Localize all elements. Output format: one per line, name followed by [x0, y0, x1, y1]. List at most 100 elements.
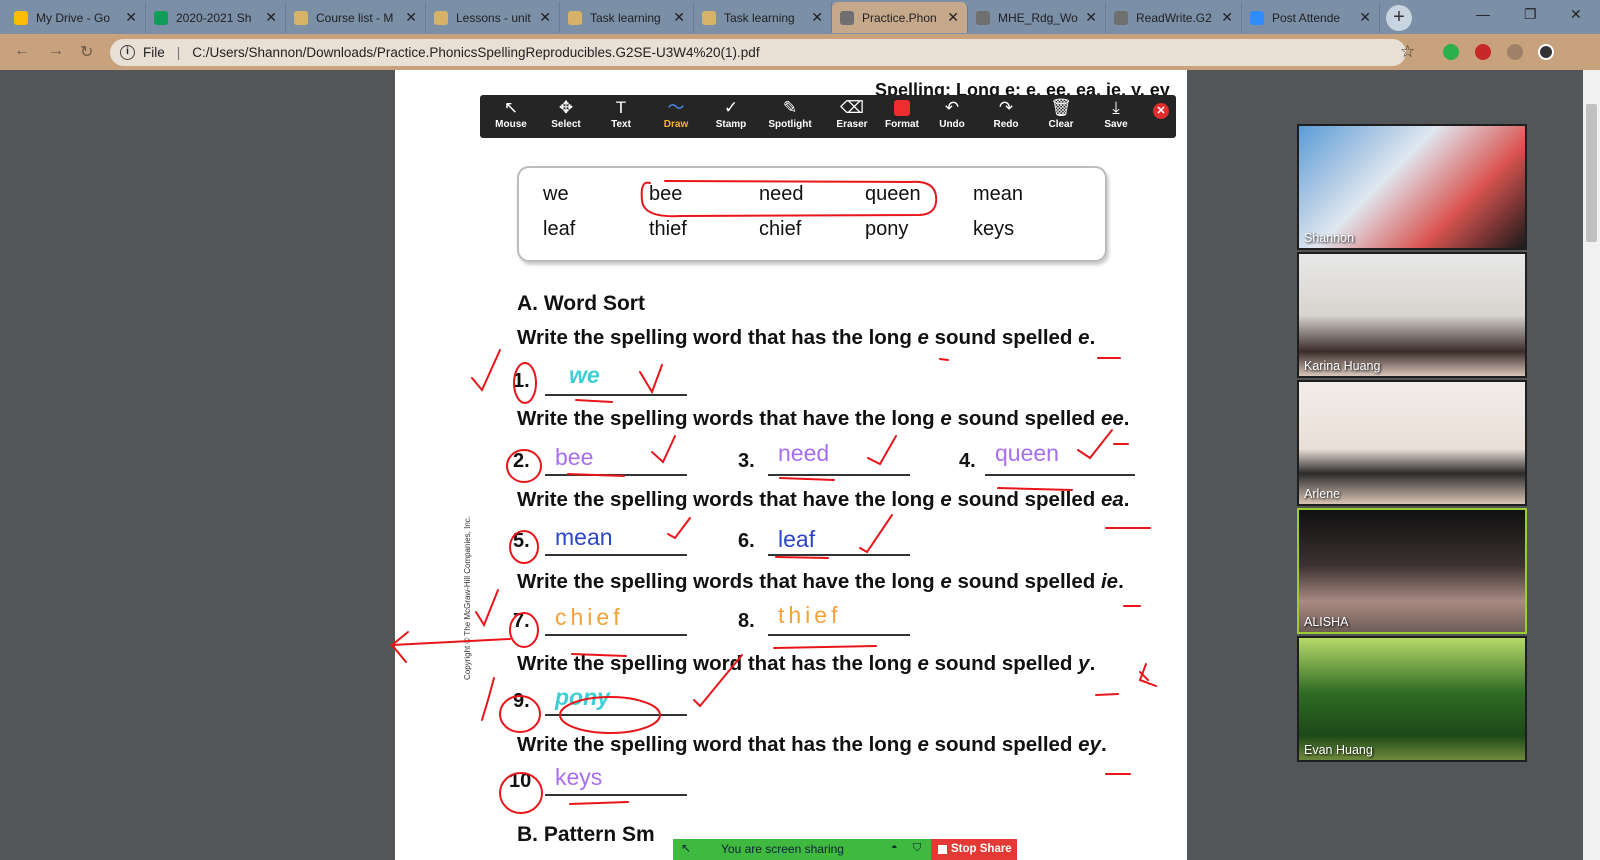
tool-redo[interactable]: ↷ Redo	[979, 97, 1033, 137]
handwritten-answer: need	[778, 440, 830, 466]
tool-label: Mouse	[495, 119, 527, 130]
tool-save[interactable]: ⤓ Save	[1089, 97, 1143, 137]
tool-spotlight[interactable]: ✎ Spotlight	[759, 97, 821, 137]
browser-tab[interactable]: 2020-2021 Sh ✕	[146, 2, 286, 33]
answer-line[interactable]	[545, 474, 687, 476]
tab-close-icon[interactable]: ✕	[1085, 9, 1097, 26]
back-icon[interactable]: ←	[14, 42, 30, 60]
draw-icon: 〜	[667, 98, 685, 117]
tab-title: MHE_Rdg_Wo	[998, 10, 1078, 25]
tool-eraser[interactable]: ⌫ Eraser	[825, 97, 879, 137]
tab-favicon-icon	[154, 10, 168, 25]
participant-video[interactable]: Evan Huang	[1297, 636, 1527, 762]
tab-close-icon[interactable]: ✕	[405, 9, 417, 26]
url-text: C:/Users/Shannon/Downloads/Practice.Phon…	[192, 45, 760, 60]
spotlight-icon: ✎	[782, 98, 798, 117]
question-number: 3.	[738, 450, 755, 472]
puzzle-icon[interactable]	[1507, 44, 1523, 60]
tool-clear[interactable]: 🗑 Clear	[1034, 97, 1088, 137]
question-number: 9.	[513, 690, 530, 712]
tool-undo[interactable]: ↶ Undo	[925, 97, 979, 137]
forward-icon[interactable]: →	[48, 42, 64, 60]
participant-video[interactable]: Shannon	[1297, 124, 1527, 250]
handwritten-answer: mean	[555, 524, 613, 550]
browser-tab[interactable]: MHE_Rdg_Wo ✕	[968, 2, 1106, 33]
bookmark-star-icon[interactable]: ☆	[1400, 42, 1415, 62]
tab-title: Post Attende	[1272, 10, 1341, 25]
tab-title: Course list - M	[316, 10, 394, 25]
instruction-emphasis: e	[940, 407, 952, 430]
instruction-part: .	[1089, 652, 1096, 675]
participant-name: Arlene	[1304, 487, 1341, 501]
browser-tab[interactable]: Practice.Phon ✕	[832, 2, 968, 33]
instruction-text: Write the spelling word that has the lon…	[517, 652, 1095, 676]
answer-line[interactable]	[768, 554, 910, 556]
tool-stamp[interactable]: ✓ Stamp	[704, 97, 758, 137]
participant-video[interactable]: Arlene	[1297, 380, 1527, 506]
tool-format[interactable]: Format	[875, 97, 929, 137]
tool-draw[interactable]: 〜 Draw	[649, 97, 703, 137]
instruction-part: sound spelled	[928, 733, 1079, 756]
browser-tab[interactable]: Task learning ✕	[694, 2, 832, 33]
new-tab-button[interactable]: +	[1386, 5, 1412, 31]
close-annotation-icon[interactable]: ✕	[1153, 103, 1169, 119]
tab-close-icon[interactable]: ✕	[539, 9, 551, 26]
browser-tab[interactable]: My Drive - Go ✕	[6, 2, 146, 33]
handwritten-answer: queen	[995, 440, 1059, 466]
instruction-emphasis: ie	[1100, 570, 1119, 593]
drag-handle-icon[interactable]: ↖	[681, 841, 691, 855]
tab-close-icon[interactable]: ✕	[1359, 9, 1371, 26]
stop-share-button[interactable]: Stop Share	[931, 839, 1017, 860]
tool-text[interactable]: T Text	[594, 97, 648, 137]
instruction-part: sound spelled	[951, 570, 1101, 593]
tab-favicon-icon	[840, 10, 854, 25]
word-bank-word: keys	[973, 218, 1015, 240]
question-number: 1.	[513, 370, 530, 392]
answer-line[interactable]	[985, 474, 1135, 476]
instruction-part: Write the spelling words that have the l…	[517, 407, 941, 430]
instruction-part: .	[1118, 570, 1124, 593]
answer-line[interactable]	[545, 634, 687, 636]
tab-close-icon[interactable]: ✕	[1221, 9, 1233, 26]
tool-select[interactable]: ✥ Select	[539, 97, 593, 137]
ublock-icon[interactable]	[1475, 44, 1491, 60]
browser-tab[interactable]: Lessons - unit ✕	[426, 2, 560, 33]
handwritten-answer: bee	[555, 444, 594, 470]
tool-label: Redo	[993, 119, 1019, 130]
address-bar[interactable]: i File | C:/Users/Shannon/Downloads/Prac…	[110, 39, 1406, 66]
scrollbar-thumb[interactable]	[1586, 104, 1597, 242]
participant-video[interactable]: Karina Huang	[1297, 252, 1527, 378]
tab-close-icon[interactable]: ✕	[673, 9, 685, 26]
tab-favicon-icon	[434, 10, 448, 25]
answer-line[interactable]	[545, 794, 687, 796]
tool-mouse[interactable]: ↖ Mouse	[484, 97, 538, 137]
instruction-text: Write the spelling word that has the lon…	[517, 733, 1107, 757]
minimize-button[interactable]: —	[1476, 6, 1490, 22]
browser-tab[interactable]: ReadWrite.G2 ✕	[1106, 2, 1242, 33]
tab-close-icon[interactable]: ✕	[947, 9, 959, 26]
answer-line[interactable]	[768, 474, 910, 476]
reload-icon[interactable]: ↻	[80, 42, 93, 62]
browser-tab[interactable]: Task learning ✕	[560, 2, 694, 33]
handwritten-answer: leaf	[778, 526, 816, 552]
maximize-button[interactable]: ❐	[1524, 6, 1537, 23]
word-bank-word: thief	[649, 218, 687, 240]
info-icon[interactable]: i	[120, 45, 135, 60]
instruction-text: Write the spelling words that have the l…	[517, 407, 1129, 431]
answer-line[interactable]	[545, 554, 687, 556]
question-number: 7.	[513, 610, 530, 632]
extension-icon[interactable]	[1443, 44, 1459, 60]
tab-title: 2020-2021 Sh	[176, 10, 252, 25]
tab-close-icon[interactable]: ✕	[811, 9, 823, 26]
close-window-button[interactable]: ✕	[1570, 6, 1582, 23]
profile-avatar[interactable]	[1538, 44, 1554, 60]
answer-line[interactable]	[545, 394, 687, 396]
answer-line[interactable]	[768, 634, 910, 636]
participant-video[interactable]: ALISHA	[1297, 508, 1527, 634]
tab-strip: My Drive - Go ✕ 2020-2021 Sh ✕ Course list -…	[0, 0, 1600, 34]
tab-close-icon[interactable]: ✕	[265, 9, 277, 26]
browser-tab[interactable]: Post Attende ✕	[1242, 2, 1380, 33]
browser-tab[interactable]: Course list - M ✕	[286, 2, 426, 33]
answer-line[interactable]	[545, 714, 687, 716]
tab-close-icon[interactable]: ✕	[125, 9, 137, 26]
